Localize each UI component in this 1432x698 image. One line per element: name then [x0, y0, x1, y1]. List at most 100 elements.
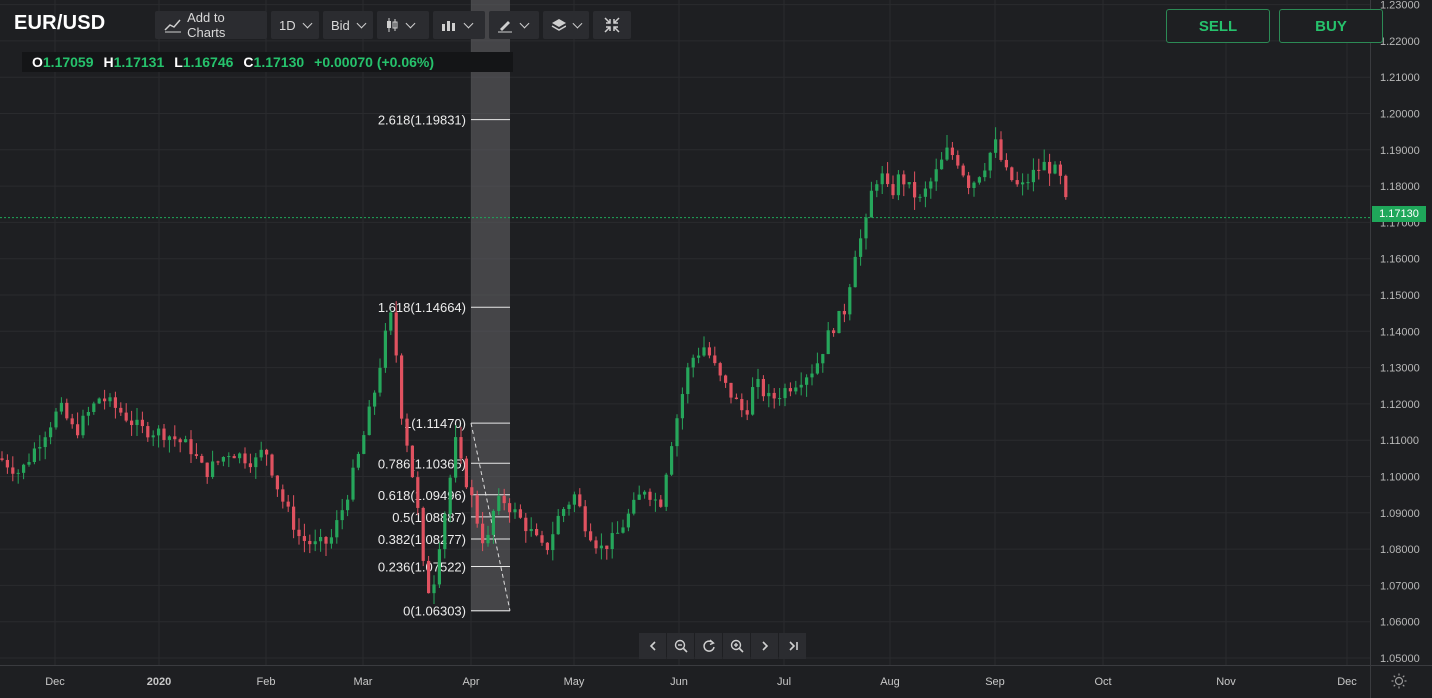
- zoom-out-button[interactable]: [667, 633, 694, 659]
- drawing-pen-icon: [498, 21, 512, 33]
- sell-button[interactable]: SELL: [1166, 9, 1270, 43]
- candle-body: [5, 459, 9, 468]
- candle-body: [1010, 167, 1014, 181]
- ohlc-readout: O 1.17059 H 1.17131 L 1.16746 C 1.17130 +0.0…: [22, 52, 513, 72]
- candle-body: [86, 411, 90, 416]
- candle-body: [713, 355, 717, 364]
- candle-body: [632, 499, 636, 514]
- candle-body: [443, 514, 447, 550]
- reset-button[interactable]: [695, 633, 722, 659]
- candle-body: [594, 540, 598, 549]
- fib-level-label: 1(1.11470): [404, 416, 466, 431]
- candle-body: [578, 494, 582, 507]
- chart-type-dropdown[interactable]: [377, 11, 429, 39]
- candle-body: [842, 310, 846, 315]
- candle-body: [292, 506, 296, 530]
- candle-body: [691, 357, 695, 368]
- chart-settings-button[interactable]: [1391, 673, 1407, 694]
- candle-body: [265, 449, 269, 455]
- candle-body: [556, 515, 560, 535]
- add-to-charts-label: Add to Charts: [187, 10, 226, 40]
- zoom-in-button[interactable]: [723, 633, 750, 659]
- candle-body: [211, 461, 215, 478]
- skip-end-icon: [788, 641, 798, 651]
- y-tick-label: 1.07000: [1380, 580, 1420, 592]
- candle-body: [227, 456, 231, 458]
- candle-body: [1058, 164, 1062, 176]
- candle-body: [405, 418, 409, 446]
- candle-body: [308, 540, 312, 545]
- scroll-right-button[interactable]: [751, 633, 778, 659]
- candle-body: [205, 462, 209, 478]
- y-tick-label: 1.22000: [1380, 36, 1420, 48]
- candle-body: [238, 453, 242, 459]
- candle-body: [599, 545, 603, 549]
- current-price-tag: 1.17130: [1372, 206, 1426, 222]
- high-value: 1.17131: [113, 54, 165, 70]
- candle-body: [54, 411, 58, 428]
- candle-body: [788, 388, 792, 392]
- x-tick-label: Dec: [1337, 676, 1357, 688]
- candle-body: [178, 439, 182, 443]
- scroll-to-end-button[interactable]: [779, 633, 806, 659]
- candle-body: [221, 457, 225, 462]
- layers-dropdown[interactable]: [543, 11, 589, 39]
- add-to-charts-button[interactable]: Add to Charts: [155, 10, 267, 40]
- candle-body: [329, 537, 333, 544]
- interval-value: 1D: [279, 17, 296, 33]
- bar-volume-icon: [442, 21, 455, 31]
- candle-body: [950, 147, 954, 156]
- candle-body: [502, 495, 506, 504]
- candle-body: [702, 347, 706, 356]
- candle-body: [983, 170, 987, 178]
- candle-body: [302, 536, 306, 541]
- price-type-value: Bid: [331, 17, 350, 33]
- candle-body: [270, 454, 274, 476]
- candle-body: [248, 463, 252, 468]
- time-axis[interactable]: Dec 2020 Feb Mar Apr May Jun Jul Aug Sep Oct Nov Dec: [0, 665, 1432, 689]
- candle-body: [610, 533, 614, 549]
- layers-icon: [551, 19, 567, 31]
- drawing-tools-dropdown[interactable]: [489, 11, 539, 39]
- collapse-button[interactable]: [593, 11, 631, 39]
- buy-button[interactable]: BUY: [1279, 9, 1383, 43]
- candle-body: [886, 173, 890, 185]
- price-type-dropdown[interactable]: Bid: [323, 11, 373, 39]
- scroll-left-button[interactable]: [639, 633, 666, 659]
- candle-body: [896, 174, 900, 196]
- chevron-down-icon: [356, 18, 367, 29]
- fib-level-label: 2.618(1.19831): [378, 113, 466, 128]
- candle-body: [626, 513, 630, 528]
- candle-body: [664, 474, 668, 507]
- indicators-dropdown[interactable]: [433, 11, 485, 39]
- candle-body: [805, 377, 809, 385]
- candle-body: [167, 436, 171, 440]
- candle-body: [1048, 161, 1052, 174]
- y-tick-label: 1.11000: [1380, 435, 1419, 447]
- candle-body: [373, 392, 377, 407]
- candle-body: [583, 506, 587, 532]
- candle-body: [734, 397, 738, 400]
- interval-dropdown[interactable]: 1D: [271, 11, 319, 39]
- candle-body: [324, 537, 328, 544]
- candle-body: [551, 534, 555, 551]
- candle-body: [151, 435, 155, 438]
- candle-body: [832, 330, 836, 334]
- candle-body: [956, 155, 960, 166]
- x-tick-label: Jul: [777, 676, 791, 688]
- candle-body: [346, 499, 350, 511]
- fib-level-label: 0.618(1.09496): [378, 488, 466, 503]
- candle-body: [988, 152, 992, 171]
- candle-body: [92, 403, 96, 412]
- candle-body: [545, 542, 549, 551]
- candle-body: [497, 495, 501, 511]
- candle-body: [38, 447, 42, 449]
- candle-body: [491, 510, 495, 535]
- candle-body: [643, 491, 647, 495]
- price-axis[interactable]: 1.05000 1.06000 1.07000 1.08000 1.09000 1.100…: [1370, 0, 1420, 698]
- candle-body: [794, 387, 798, 392]
- candle-body: [340, 510, 344, 521]
- price-chart[interactable]: 2.618(1.19831)1.618(1.14664)1(1.11470)0.…: [0, 0, 1432, 698]
- candle-body: [718, 363, 722, 376]
- candle-body: [184, 439, 188, 443]
